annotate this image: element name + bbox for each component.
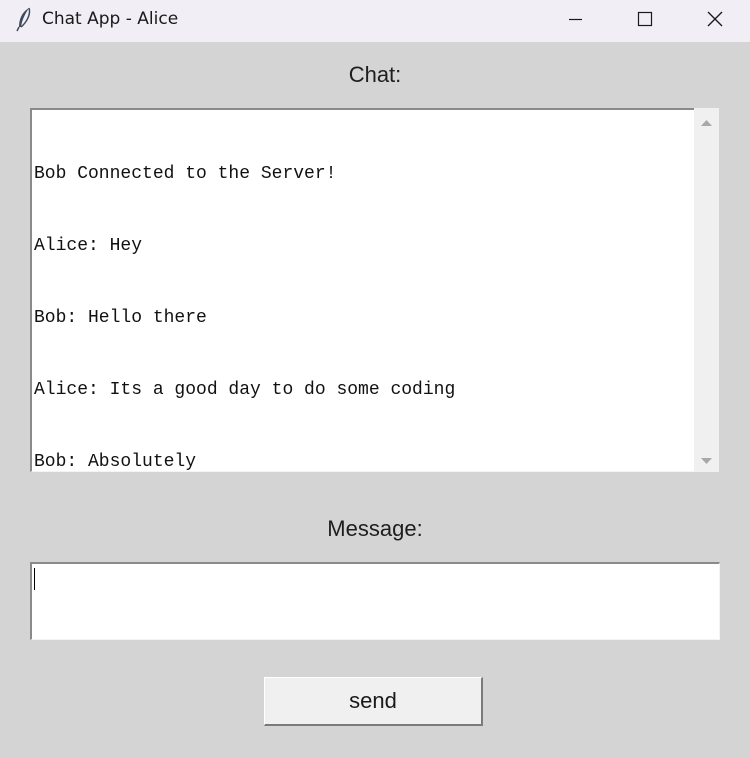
chat-message: Bob Connected to the Server! (34, 164, 337, 184)
chat-log[interactable]: Bob Connected to the Server! Alice: Hey … (30, 108, 718, 472)
scroll-up-arrow-icon[interactable] (694, 112, 719, 132)
title-bar[interactable]: Chat App - Alice (0, 0, 750, 42)
chat-message: Bob: Absolutely (34, 452, 197, 472)
chat-scrollbar[interactable] (694, 108, 719, 472)
chat-messages: Bob Connected to the Server! Alice: Hey … (34, 114, 694, 522)
minimize-icon (569, 18, 582, 21)
scroll-down-arrow-icon[interactable] (694, 452, 719, 472)
chat-app-window: Chat App - Alice Chat: Bob Connected to … (0, 0, 750, 758)
send-button[interactable]: send (264, 677, 483, 726)
close-button[interactable] (680, 0, 750, 40)
close-icon (707, 11, 723, 27)
maximize-button[interactable] (609, 0, 679, 40)
message-label: Message: (327, 516, 423, 541)
chat-message: Bob: Hello there (34, 308, 207, 328)
feather-icon (14, 6, 34, 32)
text-caret (34, 568, 35, 590)
minimize-button[interactable] (540, 0, 610, 40)
chat-message: Alice: Its a good day to do some coding (34, 380, 456, 400)
chat-label: Chat: (348, 62, 402, 87)
maximize-icon (637, 11, 653, 27)
window-title: Chat App - Alice (42, 9, 179, 29)
message-input[interactable] (30, 562, 720, 640)
chat-message: Alice: Hey (34, 236, 143, 256)
